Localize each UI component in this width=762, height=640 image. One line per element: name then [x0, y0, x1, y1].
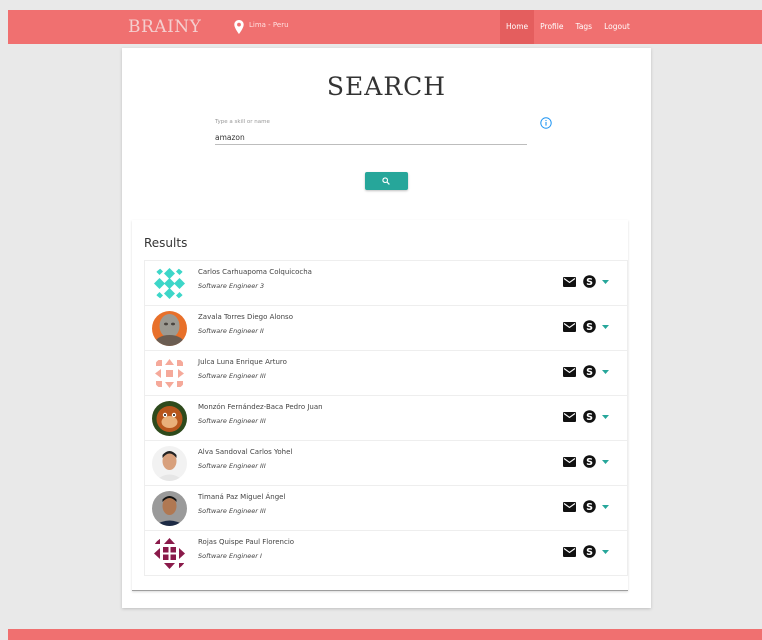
result-name: Timaná Paz Miguel Ángel	[198, 493, 286, 501]
svg-text:S: S	[586, 412, 593, 423]
caret-down-icon[interactable]	[602, 325, 609, 329]
result-row[interactable]: Monzón Fernández-Baca Pedro Juan Softwar…	[145, 396, 627, 441]
location-pin-icon	[234, 20, 244, 34]
search-input[interactable]	[215, 130, 527, 145]
skype-icon[interactable]: S	[583, 365, 596, 378]
main-nav: Home Profile Tags Logout	[500, 10, 636, 44]
avatar	[152, 491, 187, 526]
svg-text:S: S	[586, 457, 593, 468]
mail-icon[interactable]	[563, 322, 576, 332]
mail-icon[interactable]	[563, 412, 576, 422]
result-row[interactable]: Carlos Carhuapoma Colquicocha Software E…	[145, 261, 627, 306]
nav-logout[interactable]: Logout	[598, 10, 636, 44]
result-row[interactable]: Julca Luna Enrique Arturo Software Engin…	[145, 351, 627, 396]
skype-icon[interactable]: S	[583, 455, 596, 468]
skype-icon[interactable]: S	[583, 410, 596, 423]
top-navbar: BRAINY Lima - Peru Home Profile Tags Log…	[8, 10, 762, 44]
result-name: Carlos Carhuapoma Colquicocha	[198, 268, 312, 276]
result-row[interactable]: Timaná Paz Miguel Ángel Software Enginee…	[145, 486, 627, 531]
results-title: Results	[144, 236, 188, 250]
search-label: Type a skill or name	[215, 119, 270, 125]
skype-icon[interactable]: S	[583, 545, 596, 558]
nav-tags[interactable]: Tags	[569, 10, 598, 44]
brand-logo[interactable]: BRAINY	[128, 17, 201, 37]
mail-icon[interactable]	[563, 547, 576, 557]
avatar	[152, 401, 187, 436]
search-icon	[382, 177, 390, 185]
avatar	[152, 446, 187, 481]
result-name: Rojas Quispe Paul Florencio	[198, 538, 295, 546]
nav-profile[interactable]: Profile	[534, 10, 569, 44]
result-role: Software Engineer II	[198, 327, 264, 335]
svg-text:S: S	[586, 322, 593, 333]
skype-icon[interactable]: S	[583, 275, 596, 288]
results-list: Carlos Carhuapoma Colquicocha Software E…	[144, 260, 628, 576]
mail-icon[interactable]	[563, 367, 576, 377]
avatar	[152, 266, 187, 301]
avatar	[152, 536, 187, 571]
avatar	[152, 356, 187, 391]
skype-icon[interactable]: S	[583, 320, 596, 333]
location-text: Lima - Peru	[249, 21, 289, 29]
search-card: SEARCH Type a skill or name Results	[122, 48, 651, 608]
result-name: Alva Sandoval Carlos Yohel	[198, 448, 293, 456]
caret-down-icon[interactable]	[602, 370, 609, 374]
caret-down-icon[interactable]	[602, 415, 609, 419]
result-role: Software Engineer III	[198, 417, 266, 425]
caret-down-icon[interactable]	[602, 280, 609, 284]
mail-icon[interactable]	[563, 502, 576, 512]
result-role: Software Engineer III	[198, 372, 266, 380]
result-name: Zavala Torres Diego Alonso	[198, 313, 293, 321]
result-row[interactable]: Zavala Torres Diego Alonso Software Engi…	[145, 306, 627, 351]
result-name: Monzón Fernández-Baca Pedro Juan	[198, 403, 323, 411]
caret-down-icon[interactable]	[602, 460, 609, 464]
avatar	[152, 311, 187, 346]
svg-text:S: S	[586, 502, 593, 513]
page-title: SEARCH	[326, 72, 447, 101]
result-role: Software Engineer I	[198, 552, 262, 560]
nav-home[interactable]: Home	[500, 10, 535, 44]
skype-icon[interactable]: S	[583, 500, 596, 513]
results-panel: Results Carlos Carhuapoma Colquicocha So…	[132, 220, 628, 591]
svg-text:S: S	[586, 547, 593, 558]
caret-down-icon[interactable]	[602, 550, 609, 554]
svg-text:S: S	[586, 277, 593, 288]
result-role: Software Engineer III	[198, 507, 266, 515]
mail-icon[interactable]	[563, 457, 576, 467]
result-role: Software Engineer 3	[198, 282, 265, 290]
footer-bar	[8, 629, 762, 640]
result-row[interactable]: Rojas Quispe Paul Florencio Software Eng…	[145, 531, 627, 576]
result-name: Julca Luna Enrique Arturo	[198, 358, 287, 366]
info-icon[interactable]	[540, 117, 552, 129]
search-button[interactable]	[365, 172, 408, 190]
result-row[interactable]: Alva Sandoval Carlos Yohel Software Engi…	[145, 441, 627, 486]
caret-down-icon[interactable]	[602, 505, 609, 509]
result-role: Software Engineer III	[198, 462, 266, 470]
svg-text:S: S	[586, 367, 593, 378]
mail-icon[interactable]	[563, 277, 576, 287]
